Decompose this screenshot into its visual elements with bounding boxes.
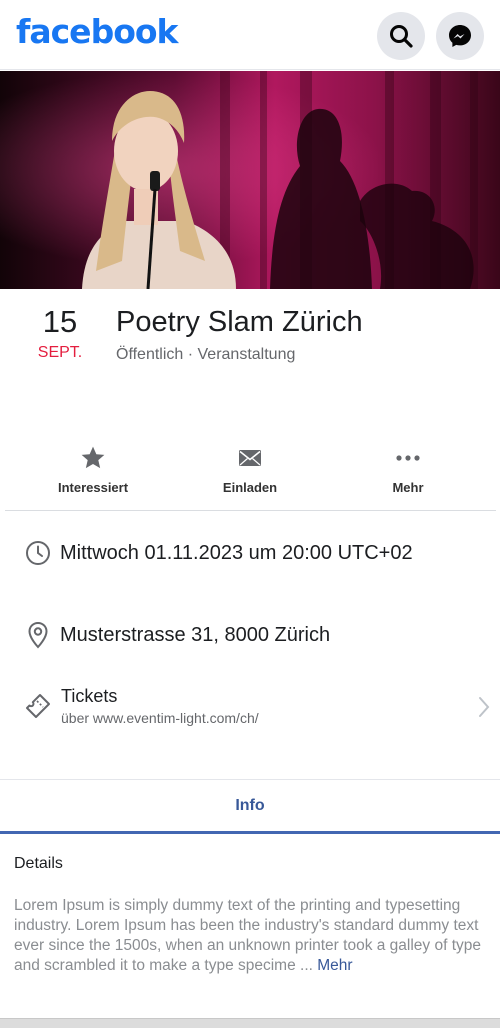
top-bar: facebook <box>0 0 500 70</box>
search-icon <box>390 25 413 48</box>
tab-bar: Info <box>0 779 500 834</box>
invite-label: Einladen <box>222 480 278 495</box>
clock-icon <box>26 541 50 565</box>
cover-image <box>0 71 500 289</box>
tickets-link[interactable]: Tickets über www.eventim-light.com/ch/ <box>24 684 490 734</box>
invite-button[interactable]: Einladen <box>180 444 320 495</box>
star-icon <box>81 446 105 469</box>
event-datetime-row: Mittwoch 01.11.2023 um 20:00 UTC+02 <box>24 540 413 566</box>
event-address: Musterstrasse 31, 8000 Zürich <box>60 623 331 646</box>
tickets-url: über www.eventim-light.com/ch/ <box>61 710 259 726</box>
details-title: Details <box>14 855 63 872</box>
more-dots-icon <box>396 455 420 461</box>
interested-label: Interessiert <box>57 480 129 495</box>
interested-button[interactable]: Interessiert <box>23 444 163 495</box>
search-button[interactable] <box>377 12 425 60</box>
event-subtitle: Öffentlich · Veranstaltung <box>116 346 296 363</box>
tickets-title: Tickets <box>61 686 118 706</box>
messenger-icon <box>449 25 471 47</box>
details-section: Details Lorem Ipsum is simply dummy text… <box>0 834 500 1018</box>
event-datetime: Mittwoch 01.11.2023 um 20:00 UTC+02 <box>60 541 413 564</box>
details-body: Lorem Ipsum is simply dummy text of the … <box>14 897 482 974</box>
more-button[interactable]: Mehr <box>338 444 478 495</box>
messenger-button[interactable] <box>436 12 484 60</box>
divider <box>5 510 496 511</box>
event-day: 15 <box>42 304 78 339</box>
tab-info[interactable]: Info <box>0 780 500 834</box>
ticket-icon <box>26 694 50 718</box>
details-more-link[interactable]: Mehr <box>317 957 352 974</box>
cover-photo <box>0 71 500 289</box>
envelope-icon <box>239 450 261 466</box>
bottom-edge <box>0 1018 500 1028</box>
event-title: Poetry Slam Zürich <box>116 306 363 338</box>
facebook-logo[interactable]: facebook <box>16 12 178 51</box>
event-date: 15 SEPT. <box>20 304 100 362</box>
event-month: SEPT. <box>37 344 83 361</box>
location-pin-icon <box>28 621 48 649</box>
more-label: Mehr <box>392 480 424 495</box>
details-text: Lorem Ipsum is simply dummy text of the … <box>14 896 488 976</box>
chevron-right-icon <box>479 697 490 717</box>
event-location-row[interactable]: Musterstrasse 31, 8000 Zürich <box>24 621 330 649</box>
